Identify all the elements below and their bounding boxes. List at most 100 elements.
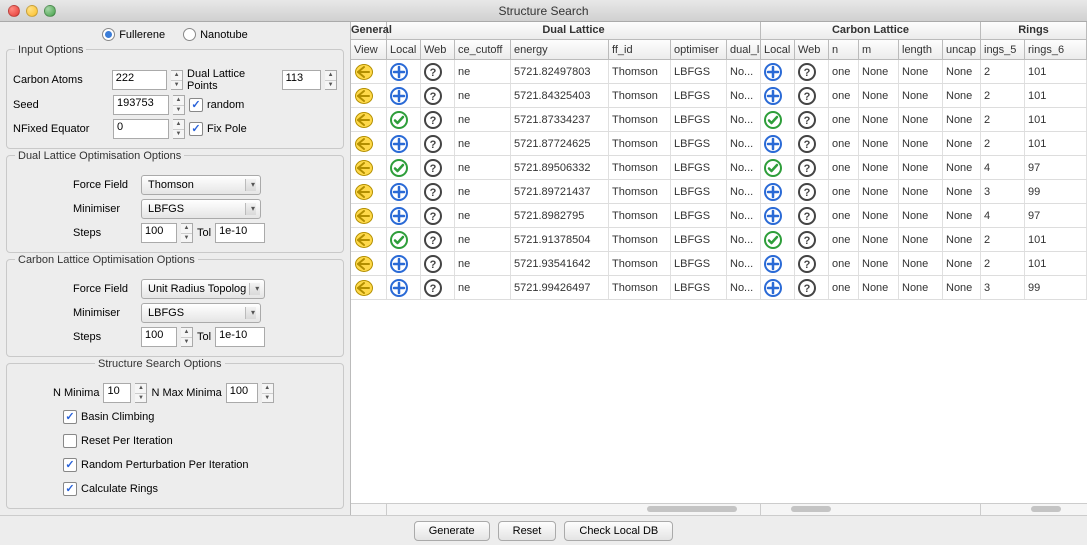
view-icon[interactable] (354, 87, 374, 105)
web-status-icon[interactable] (424, 159, 442, 177)
col-energy[interactable]: energy (511, 40, 609, 59)
view-icon[interactable] (354, 231, 374, 249)
local2-status-icon[interactable] (764, 279, 782, 297)
web-cell[interactable] (421, 180, 455, 203)
local2-status-icon[interactable] (764, 87, 782, 105)
minimize-button[interactable] (26, 5, 38, 17)
seed-spinner[interactable]: ▲▼ (173, 95, 185, 115)
local2-cell[interactable] (761, 60, 795, 83)
generate-button[interactable]: Generate (414, 521, 490, 541)
view-icon[interactable] (354, 111, 374, 129)
table-row[interactable]: ne5721.84325403ThomsonLBFGSNo...oneNoneN… (351, 84, 1087, 108)
local-cell[interactable] (387, 228, 421, 251)
local2-cell[interactable] (761, 276, 795, 299)
reset-button[interactable]: Reset (498, 521, 557, 541)
view-cell[interactable] (351, 180, 387, 203)
web-cell[interactable] (421, 276, 455, 299)
col-n[interactable]: n (829, 40, 859, 59)
web2-status-icon[interactable] (798, 207, 816, 225)
fixpole-checkbox[interactable] (189, 122, 203, 136)
table-row[interactable]: ne5721.89721437ThomsonLBFGSNo...oneNoneN… (351, 180, 1087, 204)
random-perturb-checkbox[interactable] (63, 458, 77, 472)
col-cutoff[interactable]: ce_cutoff (455, 40, 511, 59)
local-cell[interactable] (387, 204, 421, 227)
web2-status-icon[interactable] (798, 183, 816, 201)
carbon-steps-input[interactable]: 100 (141, 327, 177, 347)
web2-cell[interactable] (795, 180, 829, 203)
local-status-icon[interactable] (390, 135, 408, 153)
web2-cell[interactable] (795, 204, 829, 227)
table-row[interactable]: ne5721.87724625ThomsonLBFGSNo...oneNoneN… (351, 132, 1087, 156)
web-cell[interactable] (421, 228, 455, 251)
local2-status-icon[interactable] (764, 135, 782, 153)
local-cell[interactable] (387, 180, 421, 203)
local2-status-icon[interactable] (764, 159, 782, 177)
dual-ff-select[interactable]: Thomson (141, 175, 261, 195)
seed-input[interactable]: 193753 (113, 95, 169, 115)
group-general[interactable]: General (351, 22, 387, 39)
local-cell[interactable] (387, 132, 421, 155)
local2-cell[interactable] (761, 156, 795, 179)
carbon-ff-select[interactable]: Unit Radius Topolog (141, 279, 265, 299)
local-status-icon[interactable] (390, 279, 408, 297)
web-cell[interactable] (421, 156, 455, 179)
group-carbon[interactable]: Carbon Lattice (761, 22, 981, 39)
col-web[interactable]: Web (421, 40, 455, 59)
table-row[interactable]: ne5721.87334237ThomsonLBFGSNo...oneNoneN… (351, 108, 1087, 132)
view-cell[interactable] (351, 156, 387, 179)
local-cell[interactable] (387, 252, 421, 275)
random-checkbox[interactable] (189, 98, 203, 112)
nfixed-spinner[interactable]: ▲▼ (173, 119, 185, 139)
col-dual-l[interactable]: dual_la (727, 40, 761, 59)
local2-status-icon[interactable] (764, 63, 782, 81)
local-cell[interactable] (387, 156, 421, 179)
radio-nanotube[interactable]: Nanotube (183, 28, 248, 41)
local-status-icon[interactable] (390, 255, 408, 273)
view-icon[interactable] (354, 63, 374, 81)
web-status-icon[interactable] (424, 183, 442, 201)
web2-status-icon[interactable] (798, 135, 816, 153)
web-status-icon[interactable] (424, 135, 442, 153)
col-m[interactable]: m (859, 40, 899, 59)
nfixed-input[interactable]: 0 (113, 119, 169, 139)
carbon-tol-input[interactable]: 1e-10 (215, 327, 265, 347)
web-status-icon[interactable] (424, 87, 442, 105)
col-rings5[interactable]: ings_5 (981, 40, 1025, 59)
check-db-button[interactable]: Check Local DB (564, 521, 673, 541)
local-status-icon[interactable] (390, 111, 408, 129)
local-cell[interactable] (387, 276, 421, 299)
web-status-icon[interactable] (424, 207, 442, 225)
col-local[interactable]: Local (387, 40, 421, 59)
col-ffid[interactable]: ff_id (609, 40, 671, 59)
web2-status-icon[interactable] (798, 111, 816, 129)
web2-status-icon[interactable] (798, 231, 816, 249)
view-cell[interactable] (351, 228, 387, 251)
view-cell[interactable] (351, 276, 387, 299)
col-view[interactable]: View (351, 40, 387, 59)
table-row[interactable]: ne5721.82497803ThomsonLBFGSNo...oneNoneN… (351, 60, 1087, 84)
col-rings6[interactable]: rings_6 (1025, 40, 1087, 59)
zoom-button[interactable] (44, 5, 56, 17)
view-icon[interactable] (354, 279, 374, 297)
web-status-icon[interactable] (424, 279, 442, 297)
basin-checkbox[interactable] (63, 410, 77, 424)
view-icon[interactable] (354, 255, 374, 273)
web2-status-icon[interactable] (798, 63, 816, 81)
dual-min-select[interactable]: LBFGS (141, 199, 261, 219)
web2-cell[interactable] (795, 276, 829, 299)
group-rings[interactable]: Rings (981, 22, 1087, 39)
dual-points-input[interactable]: 113 (282, 70, 322, 90)
local-cell[interactable] (387, 108, 421, 131)
web-cell[interactable] (421, 132, 455, 155)
table-row[interactable]: ne5721.8982795ThomsonLBFGSNo...oneNoneNo… (351, 204, 1087, 228)
view-icon[interactable] (354, 135, 374, 153)
web-status-icon[interactable] (424, 231, 442, 249)
view-icon[interactable] (354, 183, 374, 201)
horizontal-scrollbar[interactable] (351, 503, 1087, 515)
local-status-icon[interactable] (390, 207, 408, 225)
view-icon[interactable] (354, 207, 374, 225)
dual-tol-input[interactable]: 1e-10 (215, 223, 265, 243)
web-status-icon[interactable] (424, 255, 442, 273)
carbon-min-select[interactable]: LBFGS (141, 303, 261, 323)
table-row[interactable]: ne5721.89506332ThomsonLBFGSNo...oneNoneN… (351, 156, 1087, 180)
